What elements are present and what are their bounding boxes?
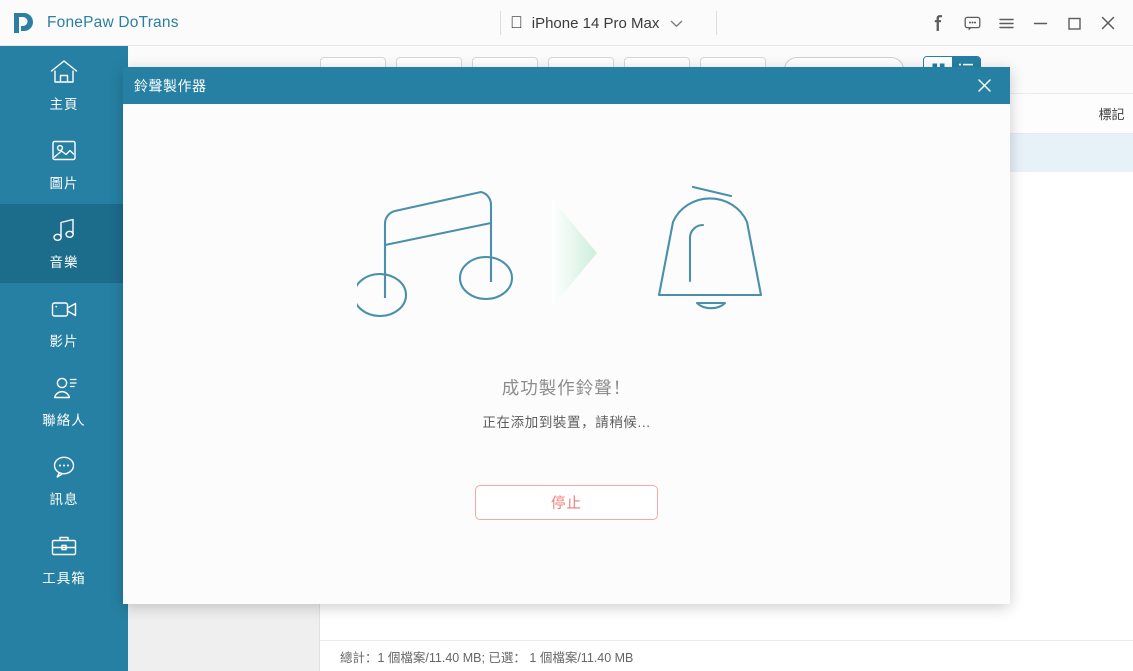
brand-name: FonePaw DoTrans: [47, 13, 179, 31]
apple-icon: : [510, 14, 523, 31]
close-icon[interactable]: [1091, 6, 1125, 40]
device-selector[interactable]:  iPhone 14 Pro Max: [500, 0, 718, 46]
sidebar-item-videos[interactable]: 影片: [0, 283, 128, 362]
facebook-icon[interactable]: [921, 6, 955, 40]
modal-header: 鈴聲製作器: [123, 67, 1010, 104]
sidebar-item-home[interactable]: 主頁: [0, 46, 128, 125]
music-note-icon: [356, 190, 513, 318]
sidebar-item-label: 訊息: [49, 492, 79, 507]
sidebar-item-label: 影片: [49, 334, 79, 349]
music-note-icon: [53, 218, 74, 241]
sidebar-item-label: 工具箱: [42, 571, 86, 586]
sidebar-item-music[interactable]: 音樂: [0, 204, 128, 283]
feedback-icon[interactable]: [955, 6, 989, 40]
sidebar-item-contacts[interactable]: 聯絡人: [0, 362, 128, 441]
sidebar-item-messages[interactable]: 訊息: [0, 441, 128, 520]
sidebar-item-label: 聯絡人: [42, 413, 86, 428]
stop-button[interactable]: 停止: [475, 485, 658, 520]
title-bar: FonePaw DoTrans  iPhone 14 Pro Max: [0, 0, 1133, 46]
minimize-icon[interactable]: [1023, 6, 1057, 40]
sidebar-item-label: 主頁: [49, 97, 79, 112]
photo-icon: [52, 140, 76, 161]
modal-title: 鈴聲製作器: [134, 77, 207, 94]
device-name: iPhone 14 Pro Max: [519, 14, 660, 32]
home-icon: [50, 60, 78, 83]
divider: [500, 11, 501, 35]
divider: [716, 11, 718, 35]
window-controls: [921, 0, 1125, 46]
chevron-down-icon[interactable]: [668, 15, 685, 32]
illustration-svg: [356, 185, 762, 318]
close-icon[interactable]: [971, 73, 997, 99]
fonepaw-logo-icon: [14, 12, 33, 33]
arrow-right-icon: [551, 199, 597, 307]
progress-message: 正在添加到裝置，請稍候...: [482, 415, 651, 430]
table-header-cell-tag: 標記: [1098, 107, 1125, 122]
sidebar-item-label: 圖片: [49, 176, 79, 191]
status-bar: 總計：1 個檔案/11.40 MB; 已選： 1 個檔案/11.40 MB: [320, 640, 1133, 671]
sidebar: 主頁 圖片 音樂 影片 聯絡人 訊息 工具箱: [0, 46, 128, 671]
sidebar-item-label: 音樂: [49, 255, 79, 270]
sidebar-item-photos[interactable]: 圖片: [0, 125, 128, 204]
ringtone-maker-dialog: 鈴聲製作器 成功製作鈴聲！ 正在添加到裝置，請稍候... 停止: [123, 67, 1010, 604]
maximize-icon[interactable]: [1057, 6, 1091, 40]
menu-icon[interactable]: [989, 6, 1023, 40]
brand: FonePaw DoTrans: [0, 10, 179, 36]
success-message: 成功製作鈴聲！: [501, 378, 632, 398]
bell-icon: [657, 185, 762, 310]
modal-body: 成功製作鈴聲！ 正在添加到裝置，請稍候... 停止: [123, 104, 1010, 604]
chat-bubble-icon: [53, 456, 75, 478]
sidebar-item-toolbox[interactable]: 工具箱: [0, 520, 128, 599]
toolbox-icon: [51, 536, 77, 556]
contact-person-icon: [53, 377, 77, 399]
app-window: FonePaw DoTrans  iPhone 14 Pro Max: [0, 0, 1133, 671]
conversion-illustration: [356, 178, 777, 328]
status-text: 總計：1 個檔案/11.40 MB; 已選： 1 個檔案/11.40 MB: [340, 650, 634, 665]
video-camera-icon: [51, 302, 77, 317]
